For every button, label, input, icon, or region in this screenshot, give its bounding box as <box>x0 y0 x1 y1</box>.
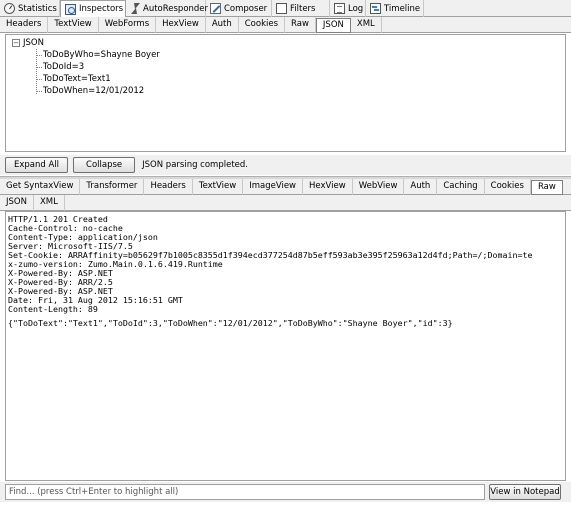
find-bar: Find... (press Ctrl+Enter to highlight a… <box>0 482 571 502</box>
json-tree-item[interactable]: ToDoText=Text1 <box>43 74 111 84</box>
tab-inspectors[interactable]: Inspectors <box>60 0 126 18</box>
resp-tab-caching[interactable]: Caching <box>437 179 485 195</box>
response-inspector-tabs-row2: JSON XML <box>0 195 571 211</box>
tab-inspectors-label: Inspectors <box>79 4 124 14</box>
json-root-label: JSON <box>23 38 44 48</box>
json-tree-item[interactable]: ToDoWhen=12/01/2012 <box>43 86 144 96</box>
raw-header-line: Content-Length: 89 <box>8 304 98 314</box>
resp-tab-json[interactable]: JSON <box>0 195 34 211</box>
req-tab-textview[interactable]: TextView <box>48 17 99 33</box>
statistics-icon <box>4 3 15 14</box>
expand-all-button[interactable]: Expand All <box>5 157 69 173</box>
find-input[interactable]: Find... (press Ctrl+Enter to highlight a… <box>5 484 485 500</box>
resp-tab-headers[interactable]: Headers <box>144 179 193 195</box>
tree-connector <box>36 55 42 56</box>
tab-composer[interactable]: Composer <box>206 0 272 17</box>
tab-filters-label: Filters <box>290 3 316 14</box>
resp-tab-raw[interactable]: Raw <box>530 180 563 195</box>
resp-tab-get-syntaxview[interactable]: Get SyntaxView <box>0 179 81 195</box>
req-tab-cookies[interactable]: Cookies <box>239 17 286 33</box>
tree-connector <box>36 79 42 80</box>
resp-tab-auth[interactable]: Auth <box>404 179 438 195</box>
tree-connector <box>36 67 42 68</box>
raw-response-view[interactable]: HTTP/1.1 201 Created Cache-Control: no-c… <box>5 211 566 481</box>
json-tree-view[interactable]: − JSON ToDoByWho=Shayne Boyer ToDoId=3 T… <box>5 34 566 152</box>
tab-timeline-label: Timeline <box>384 3 421 14</box>
tab-statistics-label: Statistics <box>18 3 57 14</box>
resp-tab-textview[interactable]: TextView <box>193 179 244 195</box>
resp-tab-webview[interactable]: WebView <box>353 179 405 195</box>
resp-tab-xml[interactable]: XML <box>34 195 65 211</box>
resp-tab-transformer[interactable]: Transformer <box>80 179 145 195</box>
req-tab-webforms[interactable]: WebForms <box>99 17 157 33</box>
req-tab-xml[interactable]: XML <box>351 17 382 33</box>
json-tree-root[interactable]: − JSON <box>12 38 44 48</box>
filters-checkbox-icon[interactable] <box>276 3 287 14</box>
tab-autoresponder[interactable]: AutoResponder <box>126 0 209 17</box>
req-tab-auth[interactable]: Auth <box>206 17 239 33</box>
json-tree-item[interactable]: ToDoId=3 <box>43 62 84 72</box>
view-in-notepad-button[interactable]: View in Notepad <box>489 484 561 500</box>
tab-timeline[interactable]: Timeline <box>366 0 424 17</box>
tab-log[interactable]: Log <box>330 0 366 17</box>
response-inspector-tabs: Get SyntaxView Transformer Headers TextV… <box>0 179 571 195</box>
resp-tab-hexview[interactable]: HexView <box>303 179 353 195</box>
req-tab-json[interactable]: JSON <box>315 18 351 33</box>
raw-response-body: {"ToDoText":"Text1","ToDoId":3,"ToDoWhen… <box>8 318 453 328</box>
tree-connector <box>36 91 42 92</box>
tab-log-label: Log <box>348 3 364 14</box>
tab-filters[interactable]: Filters <box>272 0 330 17</box>
main-tab-bar: Statistics Inspectors AutoResponder Comp… <box>0 0 571 18</box>
composer-icon <box>210 3 221 14</box>
log-icon <box>334 3 345 14</box>
tab-statistics[interactable]: Statistics <box>0 0 60 17</box>
collapse-node-icon[interactable]: − <box>12 39 20 47</box>
tab-composer-label: Composer <box>224 3 268 14</box>
json-actions-bar: Expand All Collapse JSON parsing complet… <box>0 155 571 175</box>
timeline-icon <box>370 3 381 14</box>
request-inspector-tabs: Headers TextView WebForms HexView Auth C… <box>0 17 571 33</box>
req-tab-raw[interactable]: Raw <box>285 17 316 33</box>
collapse-button[interactable]: Collapse <box>73 157 136 173</box>
req-tab-hexview[interactable]: HexView <box>156 17 206 33</box>
autoresponder-icon <box>130 3 140 14</box>
resp-tab-imageview[interactable]: ImageView <box>243 179 303 195</box>
inspectors-icon <box>65 3 76 15</box>
tab-autoresponder-label: AutoResponder <box>143 3 209 14</box>
json-tree-item[interactable]: ToDoByWho=Shayne Boyer <box>43 50 160 60</box>
req-tab-headers[interactable]: Headers <box>0 17 49 33</box>
resp-tab-cookies[interactable]: Cookies <box>485 179 531 195</box>
json-parse-status: JSON parsing completed. <box>142 160 248 170</box>
